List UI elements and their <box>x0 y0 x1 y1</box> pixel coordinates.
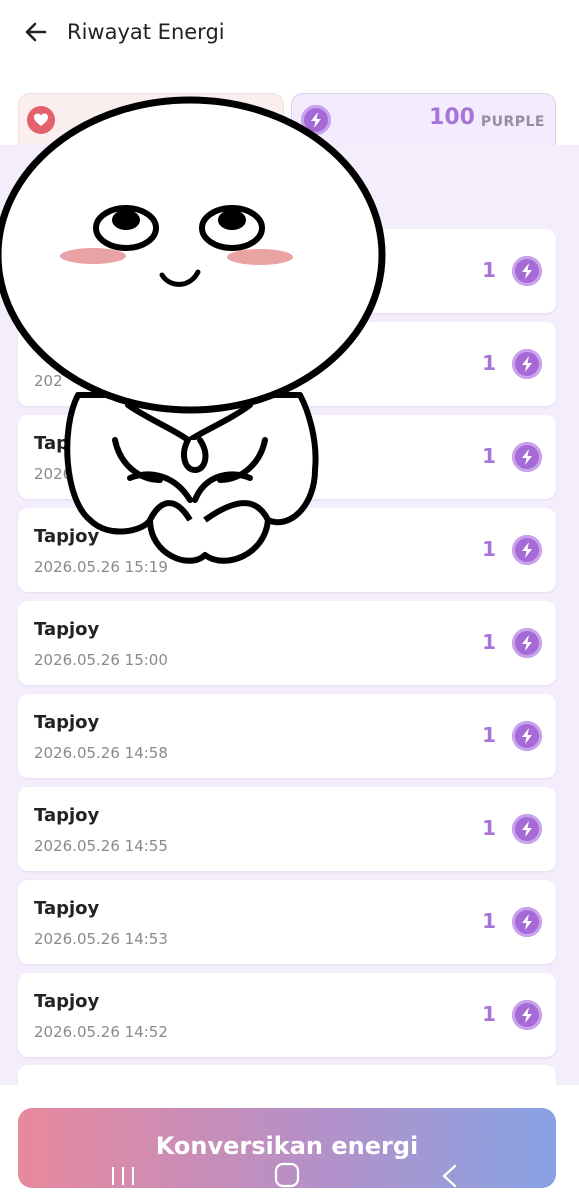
row-date: 2026.05.26 15:00 <box>34 651 168 669</box>
row-source: Tapjoy <box>34 991 100 1012</box>
row-source: Tapjoy <box>34 712 100 733</box>
recent-apps-icon[interactable] <box>110 1164 136 1188</box>
lightning-icon <box>512 814 542 844</box>
home-icon[interactable] <box>274 1162 300 1188</box>
row-amount: 1 <box>482 258 496 282</box>
cute-character-sticker <box>0 96 386 564</box>
row-amount: 1 <box>482 816 496 840</box>
row-source: Tapjoy <box>34 805 100 826</box>
list-item: Tapjoy 2026.05.26 15:00 1 <box>18 601 556 685</box>
purple-balance: 100 <box>429 105 475 130</box>
row-date: 2026.05.26 14:58 <box>34 744 168 762</box>
row-date: 2026.05.26 14:55 <box>34 837 168 855</box>
row-amount: 1 <box>482 630 496 654</box>
row-amount: 1 <box>482 444 496 468</box>
lightning-icon <box>512 442 542 472</box>
list-item: Tapjoy 2026.05.26 14:52 1 <box>18 973 556 1057</box>
app-header: Riwayat Energi <box>0 0 579 64</box>
lightning-icon <box>512 628 542 658</box>
nav-back-icon[interactable] <box>440 1164 460 1188</box>
lightning-icon <box>512 721 542 751</box>
lightning-icon <box>512 535 542 565</box>
row-amount: 1 <box>482 909 496 933</box>
purple-unit: PURPLE <box>480 114 545 130</box>
row-source: Tapjoy <box>34 898 100 919</box>
list-item: Tapjoy 2026.05.26 14:55 1 <box>18 787 556 871</box>
lightning-icon <box>512 349 542 379</box>
lightning-icon <box>512 256 542 286</box>
row-source: Tapjoy <box>34 619 100 640</box>
system-nav-bar <box>0 1160 579 1199</box>
row-date: 2026.05.26 14:53 <box>34 930 168 948</box>
row-amount: 1 <box>482 1002 496 1026</box>
arrow-left-icon <box>25 22 47 42</box>
row-amount: 1 <box>482 537 496 561</box>
row-date: 2026.05.26 14:52 <box>34 1023 168 1041</box>
lightning-icon <box>512 1000 542 1030</box>
page-title: Riwayat Energi <box>67 20 225 44</box>
lightning-icon <box>512 907 542 937</box>
row-amount: 1 <box>482 723 496 747</box>
list-item: Tapjoy 2026.05.26 14:53 1 <box>18 880 556 964</box>
back-button[interactable] <box>22 18 50 46</box>
row-amount: 1 <box>482 351 496 375</box>
list-item: Tapjoy 2026.05.26 14:58 1 <box>18 694 556 778</box>
